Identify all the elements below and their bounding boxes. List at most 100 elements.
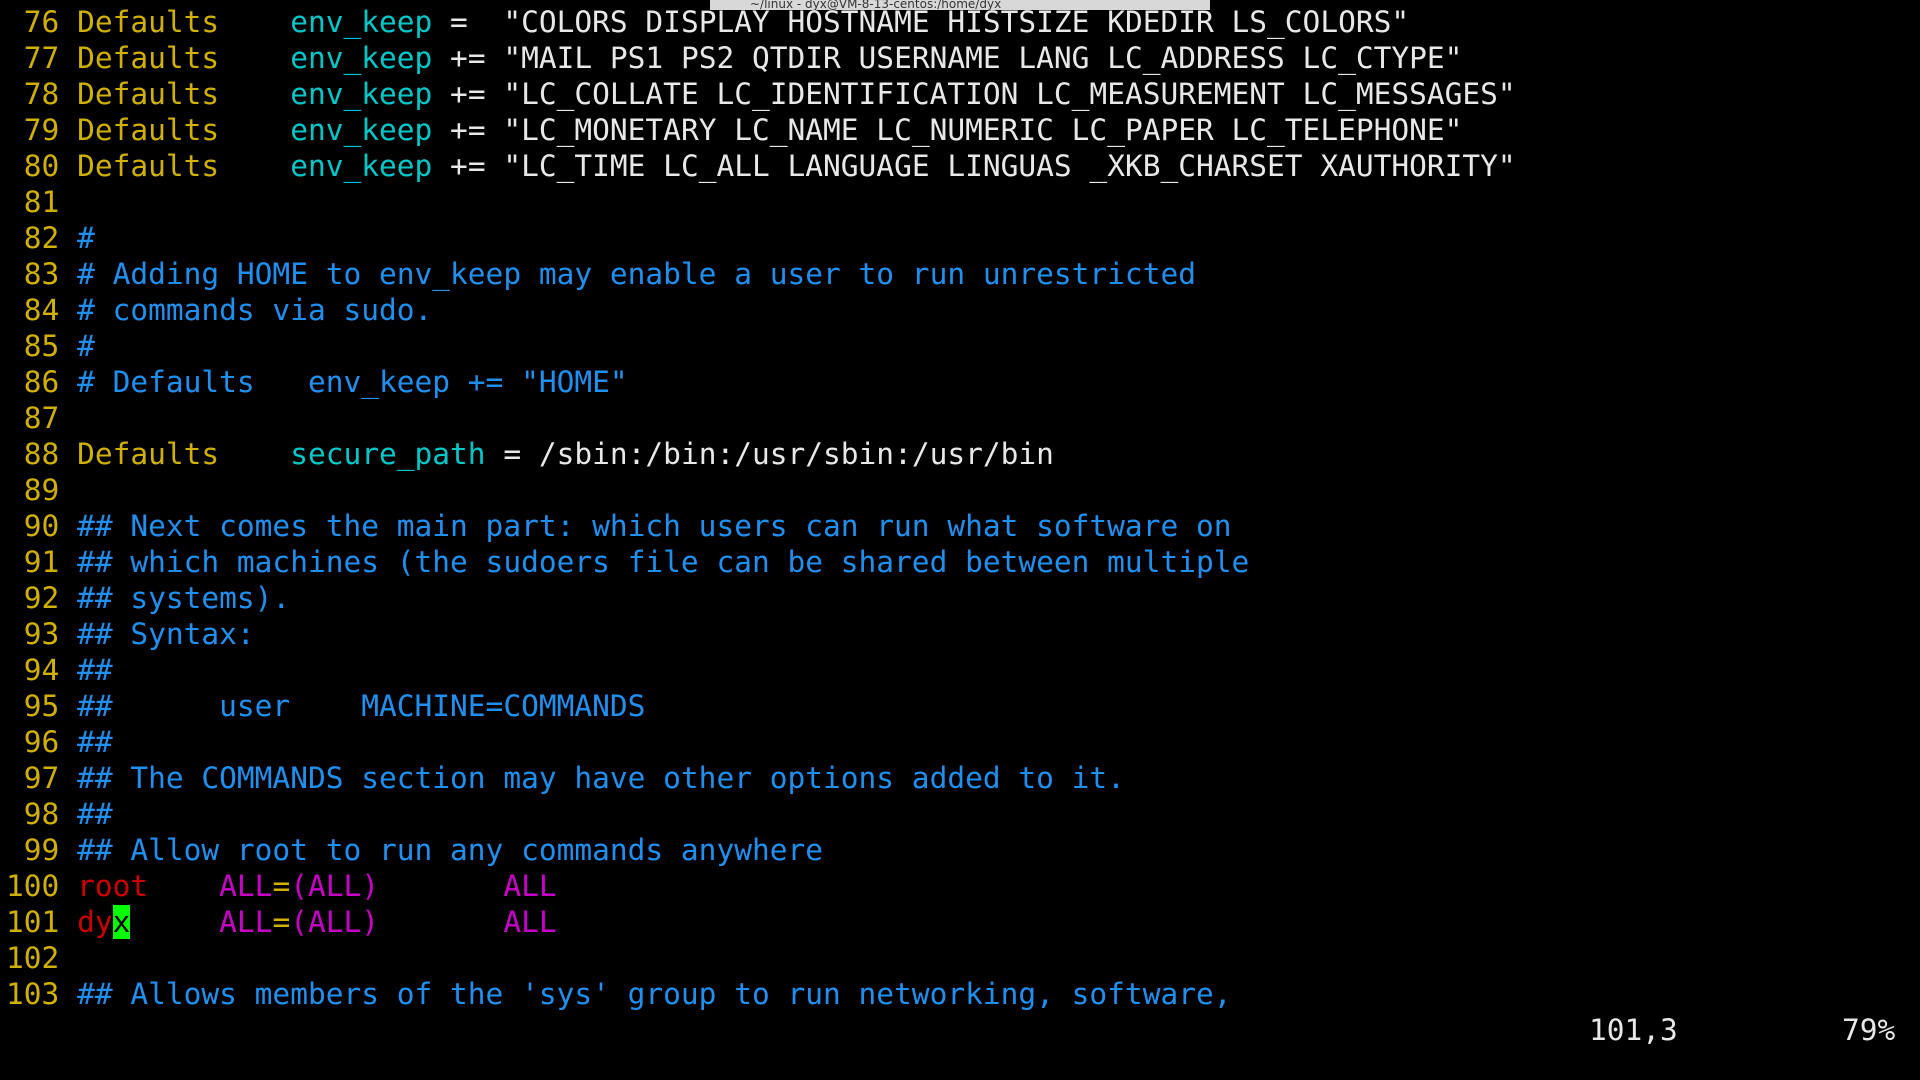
line-number: 98	[6, 797, 60, 831]
code-token: += "LC_COLLATE LC_IDENTIFICATION LC_MEAS…	[432, 77, 1516, 111]
line-number: 88	[6, 437, 60, 471]
editor-line[interactable]: 85 #	[6, 328, 1516, 364]
editor-line[interactable]: 87	[6, 400, 1516, 436]
line-number: 84	[6, 293, 60, 327]
line-number: 78	[6, 77, 60, 111]
code-token: env_keep	[290, 113, 433, 147]
line-number: 100	[6, 869, 60, 903]
editor-line[interactable]: 101 dyx ALL=(ALL) ALL	[6, 904, 1516, 940]
comment-text: ## The COMMANDS section may have other o…	[77, 761, 1125, 795]
line-number: 89	[6, 473, 60, 507]
editor-line[interactable]: 84 # commands via sudo.	[6, 292, 1516, 328]
editor-line[interactable]: 98 ##	[6, 796, 1516, 832]
line-number: 79	[6, 113, 60, 147]
editor-line[interactable]: 89	[6, 472, 1516, 508]
line-number: 82	[6, 221, 60, 255]
vim-status-line: 101,3 79%	[0, 1012, 1920, 1048]
editor-line[interactable]: 80 Defaults env_keep += "LC_TIME LC_ALL …	[6, 148, 1516, 184]
code-token: env_keep	[290, 41, 433, 75]
code-token: ALL	[503, 905, 557, 939]
code-token: Defaults	[77, 113, 220, 147]
editor-line[interactable]: 78 Defaults env_keep += "LC_COLLATE LC_I…	[6, 76, 1516, 112]
editor-line[interactable]: 90 ## Next comes the main part: which us…	[6, 508, 1516, 544]
comment-text: #	[77, 221, 95, 255]
comment-text: ## which machines (the sudoers file can …	[77, 545, 1250, 579]
comment-text: ## user MACHINE=COMMANDS	[77, 689, 646, 723]
line-number: 81	[6, 185, 60, 219]
code-token: =	[272, 905, 291, 939]
comment-text: ##	[77, 725, 113, 759]
vim-editor-buffer[interactable]: 76 Defaults env_keep = "COLORS DISPLAY H…	[6, 4, 1516, 1012]
code-token: = "COLORS DISPLAY HOSTNAME HISTSIZE KDED…	[432, 5, 1410, 39]
code-token: Defaults	[77, 41, 220, 75]
comment-text: ##	[77, 797, 113, 831]
code-token: secure_path	[290, 437, 486, 471]
editor-line[interactable]: 83 # Adding HOME to env_keep may enable …	[6, 256, 1516, 292]
cursor-position: 101,3	[1589, 1013, 1678, 1047]
editor-line[interactable]: 91 ## which machines (the sudoers file c…	[6, 544, 1516, 580]
editor-line[interactable]: 76 Defaults env_keep = "COLORS DISPLAY H…	[6, 4, 1516, 40]
code-token: Defaults	[77, 77, 220, 111]
line-number: 101	[6, 905, 60, 939]
line-number: 103	[6, 977, 60, 1011]
code-token: Defaults	[77, 5, 220, 39]
code-token: += "LC_TIME LC_ALL LANGUAGE LINGUAS _XKB…	[432, 149, 1516, 183]
editor-line[interactable]: 86 # Defaults env_keep += "HOME"	[6, 364, 1516, 400]
comment-text: # Defaults env_keep += "HOME"	[77, 365, 628, 399]
code-token: (ALL)	[290, 905, 380, 939]
line-number: 102	[6, 941, 60, 975]
comment-text: # Adding HOME to env_keep may enable a u…	[77, 257, 1196, 291]
line-number: 93	[6, 617, 60, 651]
line-number: 86	[6, 365, 60, 399]
line-number: 97	[6, 761, 60, 795]
code-token: dy	[77, 905, 113, 939]
comment-text: ##	[77, 653, 113, 687]
scroll-percent: 79%	[1842, 1013, 1896, 1047]
line-number: 76	[6, 5, 60, 39]
code-token: Defaults	[77, 437, 220, 471]
code-token: (ALL)	[290, 869, 380, 903]
editor-line[interactable]: 99 ## Allow root to run any commands any…	[6, 832, 1516, 868]
comment-text: # commands via sudo.	[77, 293, 433, 327]
comment-text: ## Syntax:	[77, 617, 255, 651]
editor-line[interactable]: 97 ## The COMMANDS section may have othe…	[6, 760, 1516, 796]
editor-line[interactable]: 82 #	[6, 220, 1516, 256]
editor-line[interactable]: 77 Defaults env_keep += "MAIL PS1 PS2 QT…	[6, 40, 1516, 76]
editor-line[interactable]: 79 Defaults env_keep += "LC_MONETARY LC_…	[6, 112, 1516, 148]
editor-line[interactable]: 95 ## user MACHINE=COMMANDS	[6, 688, 1516, 724]
editor-line[interactable]: 96 ##	[6, 724, 1516, 760]
editor-line[interactable]: 92 ## systems).	[6, 580, 1516, 616]
text-cursor: x	[112, 905, 131, 939]
editor-line[interactable]: 100 root ALL=(ALL) ALL	[6, 868, 1516, 904]
line-number: 90	[6, 509, 60, 543]
code-token: += "LC_MONETARY LC_NAME LC_NUMERIC LC_PA…	[432, 113, 1463, 147]
editor-line[interactable]: 81	[6, 184, 1516, 220]
comment-text: ## systems).	[77, 581, 291, 615]
comment-text: ## Allows members of the 'sys' group to …	[77, 977, 1232, 1011]
line-number: 99	[6, 833, 60, 867]
editor-line[interactable]: 94 ##	[6, 652, 1516, 688]
code-token: root	[77, 869, 149, 903]
code-token: env_keep	[290, 5, 433, 39]
line-number: 95	[6, 689, 60, 723]
editor-line[interactable]: 88 Defaults secure_path = /sbin:/bin:/us…	[6, 436, 1516, 472]
editor-line[interactable]: 103 ## Allows members of the 'sys' group…	[6, 976, 1516, 1012]
code-token: ALL	[219, 905, 273, 939]
editor-line[interactable]: 93 ## Syntax:	[6, 616, 1516, 652]
code-token: Defaults	[77, 149, 220, 183]
comment-text: ## Next comes the main part: which users…	[77, 509, 1232, 543]
editor-line[interactable]: 102	[6, 940, 1516, 976]
line-number: 80	[6, 149, 60, 183]
code-token: =	[272, 869, 291, 903]
line-number: 96	[6, 725, 60, 759]
code-token: = /sbin:/bin:/usr/sbin:/usr/bin	[485, 437, 1054, 471]
